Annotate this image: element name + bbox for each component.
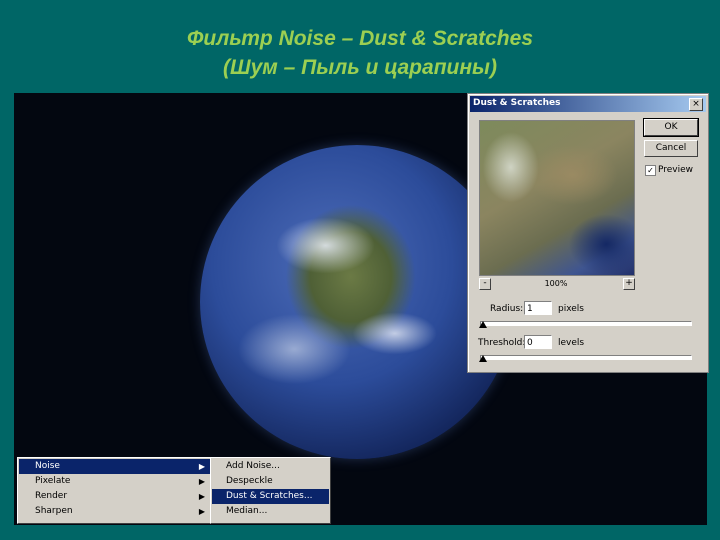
threshold-unit: levels [558, 338, 585, 348]
radius-input[interactable]: 1 [524, 301, 552, 315]
radius-slider[interactable] [480, 321, 692, 326]
dialog-titlebar[interactable]: Dust & Scratches × [470, 96, 706, 112]
radius-slider-thumb[interactable] [479, 321, 487, 328]
menu-item-label: Noise [35, 461, 60, 471]
plus-icon: + [625, 278, 633, 288]
minus-icon: - [483, 278, 487, 288]
threshold-slider[interactable] [480, 355, 692, 360]
submenu-arrow-icon: ▶ [198, 462, 205, 471]
dust-scratches-dialog: Dust & Scratches × - 100% + OK Cancel ✓ … [467, 93, 709, 373]
dialog-title: Dust & Scratches [473, 98, 561, 108]
menu-item-render[interactable]: Render ▶ [19, 489, 210, 504]
preview-checkbox[interactable]: ✓ [645, 165, 656, 176]
filter-menu: Noise ▶ Pixelate ▶ Render ▶ Sharpen ▶ [17, 457, 212, 524]
radius-label: Radius: [490, 304, 524, 314]
submenu-item-add-noise[interactable]: Add Noise... [212, 459, 329, 474]
close-icon: × [692, 99, 700, 109]
submenu-item-despeckle[interactable]: Despeckle [212, 474, 329, 489]
cancel-button[interactable]: Cancel [644, 140, 698, 157]
menu-item-sharpen[interactable]: Sharpen ▶ [19, 504, 210, 519]
zoom-out-button[interactable]: - [479, 278, 491, 290]
checkmark-icon: ✓ [647, 166, 654, 175]
slide-title-line-1: Фильтр Noise – Dust & Scratches [187, 27, 533, 50]
submenu-arrow-icon: ▶ [198, 492, 205, 501]
zoom-in-button[interactable]: + [623, 278, 635, 290]
slide-title: Фильтр Noise – Dust & Scratches (Шум – П… [0, 24, 720, 82]
threshold-slider-thumb[interactable] [479, 355, 487, 362]
slide-title-line-2: (Шум – Пыль и царапины) [223, 56, 497, 79]
close-button[interactable]: × [689, 98, 703, 111]
menu-item-pixelate[interactable]: Pixelate ▶ [19, 474, 210, 489]
menu-item-noise[interactable]: Noise ▶ [19, 459, 210, 474]
zoom-level: 100% [544, 279, 568, 288]
submenu-item-median[interactable]: Median... [212, 504, 329, 519]
menu-item-label: Sharpen [35, 506, 73, 516]
threshold-input[interactable]: 0 [524, 335, 552, 349]
submenu-arrow-icon: ▶ [198, 477, 205, 486]
filter-preview[interactable] [479, 120, 635, 276]
threshold-label: Threshold: [478, 338, 526, 348]
menu-item-label: Render [35, 491, 68, 501]
noise-submenu: Add Noise... Despeckle Dust & Scratches.… [210, 457, 331, 524]
preview-checkbox-label: Preview [658, 165, 694, 175]
radius-unit: pixels [558, 304, 584, 314]
submenu-item-dust-scratches[interactable]: Dust & Scratches... [212, 489, 329, 504]
submenu-arrow-icon: ▶ [198, 507, 205, 516]
ok-button[interactable]: OK [643, 118, 699, 137]
menu-item-label: Pixelate [35, 476, 71, 486]
